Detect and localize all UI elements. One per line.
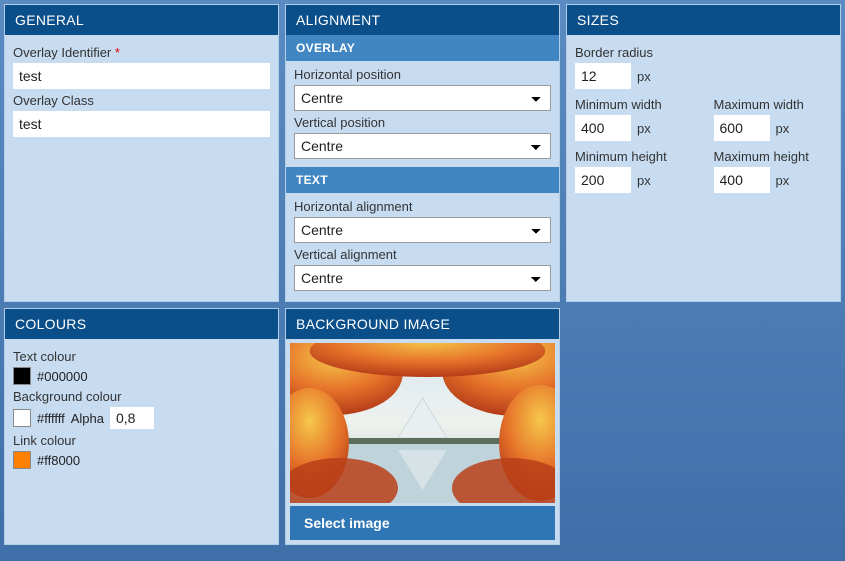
vertical-position-label: Vertical position (294, 115, 551, 130)
vertical-position-select[interactable]: Centre (294, 133, 551, 159)
colours-panel: COLOURS Text colour #000000 Background c… (4, 308, 279, 545)
horizontal-alignment-select[interactable]: Centre (294, 217, 551, 243)
background-colour-swatch[interactable] (13, 409, 31, 427)
alpha-input[interactable] (110, 407, 154, 429)
border-radius-label: Border radius (575, 45, 832, 60)
alpha-label: Alpha (71, 411, 104, 426)
min-height-input[interactable] (575, 167, 631, 193)
vertical-alignment-select[interactable]: Centre (294, 265, 551, 291)
alignment-header: ALIGNMENT (286, 5, 559, 35)
text-colour-swatch[interactable] (13, 367, 31, 385)
border-radius-input[interactable] (575, 63, 631, 89)
overlay-subheader: OVERLAY (286, 35, 559, 61)
background-colour-label: Background colour (13, 389, 270, 404)
background-image-panel: BACKGROUND IMAGE (285, 308, 560, 545)
overlay-class-label: Overlay Class (13, 93, 270, 108)
general-panel: GENERAL Overlay Identifier * Overlay Cla… (4, 4, 279, 302)
horizontal-alignment-label: Horizontal alignment (294, 199, 551, 214)
overlay-identifier-label: Overlay Identifier * (13, 45, 270, 60)
colours-header: COLOURS (5, 309, 278, 339)
text-subheader: TEXT (286, 167, 559, 193)
general-header: GENERAL (5, 5, 278, 35)
horizontal-position-label: Horizontal position (294, 67, 551, 82)
link-colour-label: Link colour (13, 433, 270, 448)
max-width-input[interactable] (714, 115, 770, 141)
overlay-class-input[interactable] (13, 111, 270, 137)
alignment-panel: ALIGNMENT OVERLAY Horizontal position Ce… (285, 4, 560, 302)
max-height-label: Maximum height (714, 149, 833, 164)
background-colour-value: #ffffff (37, 411, 65, 426)
unit-px: px (637, 69, 651, 84)
max-height-input[interactable] (714, 167, 770, 193)
background-image-header: BACKGROUND IMAGE (286, 309, 559, 339)
min-height-label: Minimum height (575, 149, 694, 164)
text-colour-value: #000000 (37, 369, 88, 384)
background-image-preview[interactable] (290, 343, 555, 503)
min-width-label: Minimum width (575, 97, 694, 112)
sizes-panel: SIZES Border radius px Minimum width px … (566, 4, 841, 302)
horizontal-position-select[interactable]: Centre (294, 85, 551, 111)
vertical-alignment-label: Vertical alignment (294, 247, 551, 262)
max-width-label: Maximum width (714, 97, 833, 112)
min-width-input[interactable] (575, 115, 631, 141)
overlay-identifier-input[interactable] (13, 63, 270, 89)
link-colour-value: #ff8000 (37, 453, 80, 468)
link-colour-swatch[interactable] (13, 451, 31, 469)
text-colour-label: Text colour (13, 349, 270, 364)
sizes-header: SIZES (567, 5, 840, 35)
select-image-button[interactable]: Select image (290, 506, 555, 540)
